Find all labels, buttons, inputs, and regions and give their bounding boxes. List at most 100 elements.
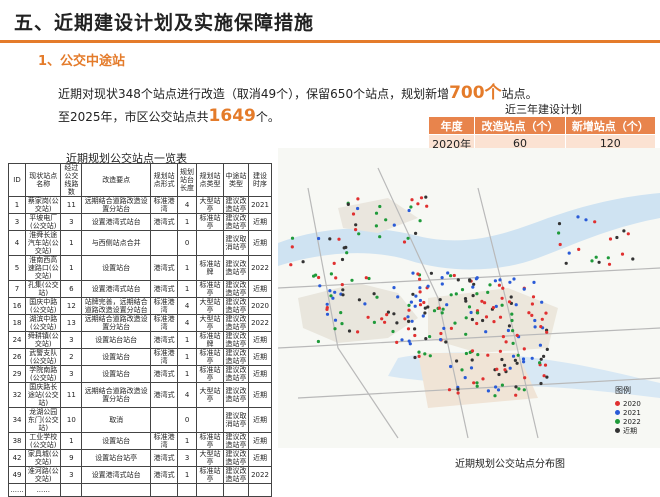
station-dot — [354, 223, 358, 227]
table-cell: 建议改造站亭 — [223, 314, 250, 332]
station-dot — [440, 311, 444, 315]
station-dot — [557, 231, 561, 235]
table-cell: 1 — [60, 255, 83, 281]
station-dot — [372, 320, 376, 324]
station-dot — [517, 387, 521, 391]
table-cell: 港湾式 — [150, 365, 179, 383]
legend-dot-icon — [615, 419, 620, 424]
station-dot — [400, 338, 404, 342]
table-cell: 设置站台 — [81, 432, 152, 450]
station-dot — [514, 385, 518, 389]
table-cell: 建议取消站亭 — [223, 230, 250, 256]
table-cell: 5 — [7, 255, 27, 281]
station-dot — [631, 257, 635, 261]
table-cell: 设置站台 — [81, 365, 152, 383]
station-dot — [467, 305, 472, 309]
station-dot — [407, 208, 411, 213]
table-cell: 龙湖公园东门(公交站) — [25, 407, 62, 433]
station-dot — [426, 284, 430, 288]
table-cell: 蔡家岗(公交站) — [25, 196, 62, 214]
station-dot — [498, 349, 502, 353]
station-dot — [340, 322, 344, 326]
station-dot — [340, 283, 344, 287]
station-dot — [538, 343, 542, 347]
table-cell: 近期 — [248, 365, 272, 383]
station-dot — [384, 218, 388, 222]
station-dot — [325, 302, 329, 306]
legend-dot-icon — [615, 401, 620, 406]
station-dot — [375, 295, 379, 299]
table-cell — [150, 483, 179, 497]
table-cell: 标准站亭 — [195, 466, 225, 484]
station-dot — [410, 319, 414, 323]
station-dot — [472, 381, 476, 385]
station-dot — [493, 279, 497, 283]
legend-label: 2021 — [623, 408, 641, 417]
table-cell: 远期结合道路改造设置分站台 — [81, 196, 152, 214]
station-dot — [523, 376, 527, 380]
station-dot — [290, 236, 295, 240]
station-dot — [476, 311, 480, 315]
station-dot — [510, 318, 514, 323]
station-dot — [522, 287, 526, 291]
table-cell: 大型站亭 — [195, 382, 225, 408]
table-cell: 标准站亭 — [195, 365, 225, 383]
table-cell: 近期 — [248, 407, 272, 433]
station-dot — [341, 293, 345, 297]
station-dot — [484, 315, 489, 319]
table-cell: 1 — [60, 432, 83, 450]
stop-distribution-map — [277, 148, 660, 448]
table-cell: 湖滨中路(公交站) — [25, 314, 62, 332]
station-dot — [470, 358, 474, 362]
table-cell: 近期 — [248, 280, 272, 298]
station-dot — [340, 257, 345, 262]
station-dot — [558, 242, 562, 247]
table-cell: 16 — [7, 297, 27, 315]
table-cell: 2 — [60, 348, 83, 366]
station-dot — [426, 305, 430, 309]
table-cell: 学院南路(公交站) — [25, 365, 62, 383]
table-cell: 4 — [177, 382, 197, 408]
station-dot — [522, 388, 526, 392]
table-cell: 建议改造站亭 — [223, 382, 250, 408]
station-dot — [488, 283, 492, 287]
station-dot — [464, 351, 468, 356]
station-dot — [480, 299, 484, 303]
station-dot — [449, 364, 453, 369]
station-dot — [341, 288, 345, 292]
table-cell: 国庆中路(公交站) — [25, 297, 62, 315]
table-row: 16 国庆中路(公交站) 12 站牌完善，远期结合道路改造设置分站台 标准港湾 4 大型站亭… — [7, 297, 272, 315]
station-dot — [468, 278, 472, 282]
station-dot — [484, 330, 488, 334]
table-cell: 与西侧站点合并 — [81, 230, 152, 256]
table-row: 42 家具城(公交站) 9 设置站台站亭 港湾式 3 大型站亭 建议改造站亭 近期 — [7, 449, 272, 467]
table-cell: 标准港湾 — [150, 432, 179, 450]
station-dot — [423, 311, 427, 315]
station-dot — [317, 236, 321, 241]
station-dot — [460, 288, 465, 292]
station-dot — [385, 313, 389, 317]
station-dot — [416, 272, 420, 276]
table-row: 49 淮河路(公交站) 3 设置港湾式站台 港湾式 1 标准站亭 建议改造站亭 2022 — [7, 466, 272, 484]
table-cell: 1 — [177, 348, 197, 366]
station-dot — [380, 317, 384, 321]
table-cell: 标准站亭 — [195, 348, 225, 366]
station-dot — [333, 327, 337, 331]
station-dot — [328, 289, 332, 293]
table-cell — [195, 230, 225, 256]
table-row: 29 学院南路(公交站) 3 设置站台 港湾式 1 标准站亭 建议改造站亭 近期 — [7, 365, 272, 383]
station-dot — [476, 353, 480, 357]
table-cell: 3 — [60, 213, 83, 231]
table-cell: 1 — [177, 213, 197, 231]
table-cell: 建议取消站亭 — [223, 407, 250, 433]
station-dot — [318, 284, 322, 288]
table-cell: 建议改造站亭 — [223, 466, 250, 484]
station-dot — [456, 387, 460, 391]
legend-item: 近期 — [615, 426, 641, 435]
legend-item: 2021 — [615, 408, 641, 417]
station-dot — [472, 282, 476, 286]
station-dot — [497, 372, 501, 377]
table-cell: 建议改造站亭 — [223, 331, 250, 349]
station-dot — [407, 303, 411, 307]
table-cell: 18 — [7, 314, 27, 332]
